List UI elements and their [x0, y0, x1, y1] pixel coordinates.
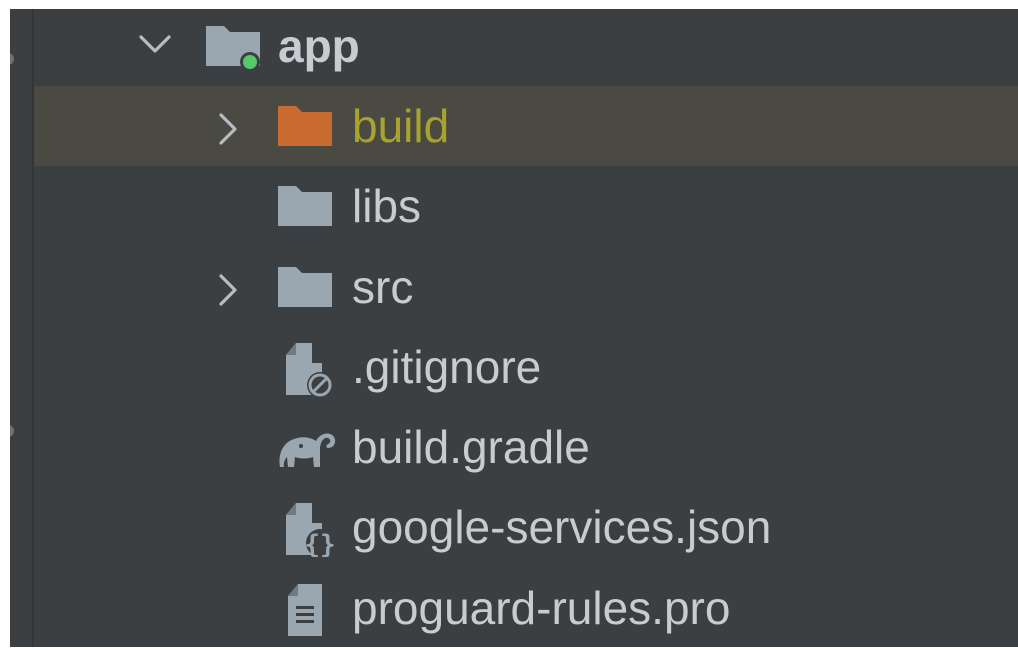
excluded-folder-icon [276, 100, 338, 152]
tree-node-proguard-rules[interactable]: proguard-rules.pro [34, 568, 1018, 647]
tree-node-label: build.gradle [352, 421, 590, 473]
gutter-marker [10, 425, 14, 437]
svg-text:{}: {} [304, 530, 335, 557]
json-file-icon: {} [282, 501, 344, 560]
tree-node-label: proguard-rules.pro [352, 582, 731, 634]
folder-icon [276, 180, 338, 232]
ignore-file-icon [282, 341, 344, 398]
folder-icon [276, 261, 338, 313]
tree-node-src[interactable]: src [34, 247, 1018, 327]
tree-node-label: app [278, 20, 360, 72]
gradle-elephant-icon [274, 421, 336, 473]
tree-node-label: src [352, 261, 414, 313]
chevron-right-icon[interactable] [210, 86, 250, 166]
tree-node-label: libs [352, 180, 422, 232]
chevron-down-icon[interactable] [132, 9, 172, 86]
chevron-right-icon[interactable] [210, 247, 250, 327]
tool-window-gutter [10, 9, 34, 647]
text-file-icon [284, 582, 346, 636]
tree-node-google-services-json[interactable]: {} google-services.json [34, 487, 1018, 567]
tree-node-app[interactable]: app [34, 9, 1018, 86]
tree-node-build-gradle[interactable]: build.gradle [34, 407, 1018, 487]
gutter-marker [10, 53, 14, 65]
tree-node-build[interactable]: build [34, 86, 1018, 166]
module-folder-icon [204, 20, 266, 72]
tree-node-label: google-services.json [352, 501, 772, 553]
tree-node-gitignore[interactable]: .gitignore [34, 327, 1018, 407]
tree-node-label: .gitignore [352, 341, 542, 393]
tree-node-libs[interactable]: libs [34, 166, 1018, 246]
project-tool-window: app build libs src .gitignore build.grad… [10, 9, 1018, 647]
tree-node-label: build [352, 100, 450, 152]
